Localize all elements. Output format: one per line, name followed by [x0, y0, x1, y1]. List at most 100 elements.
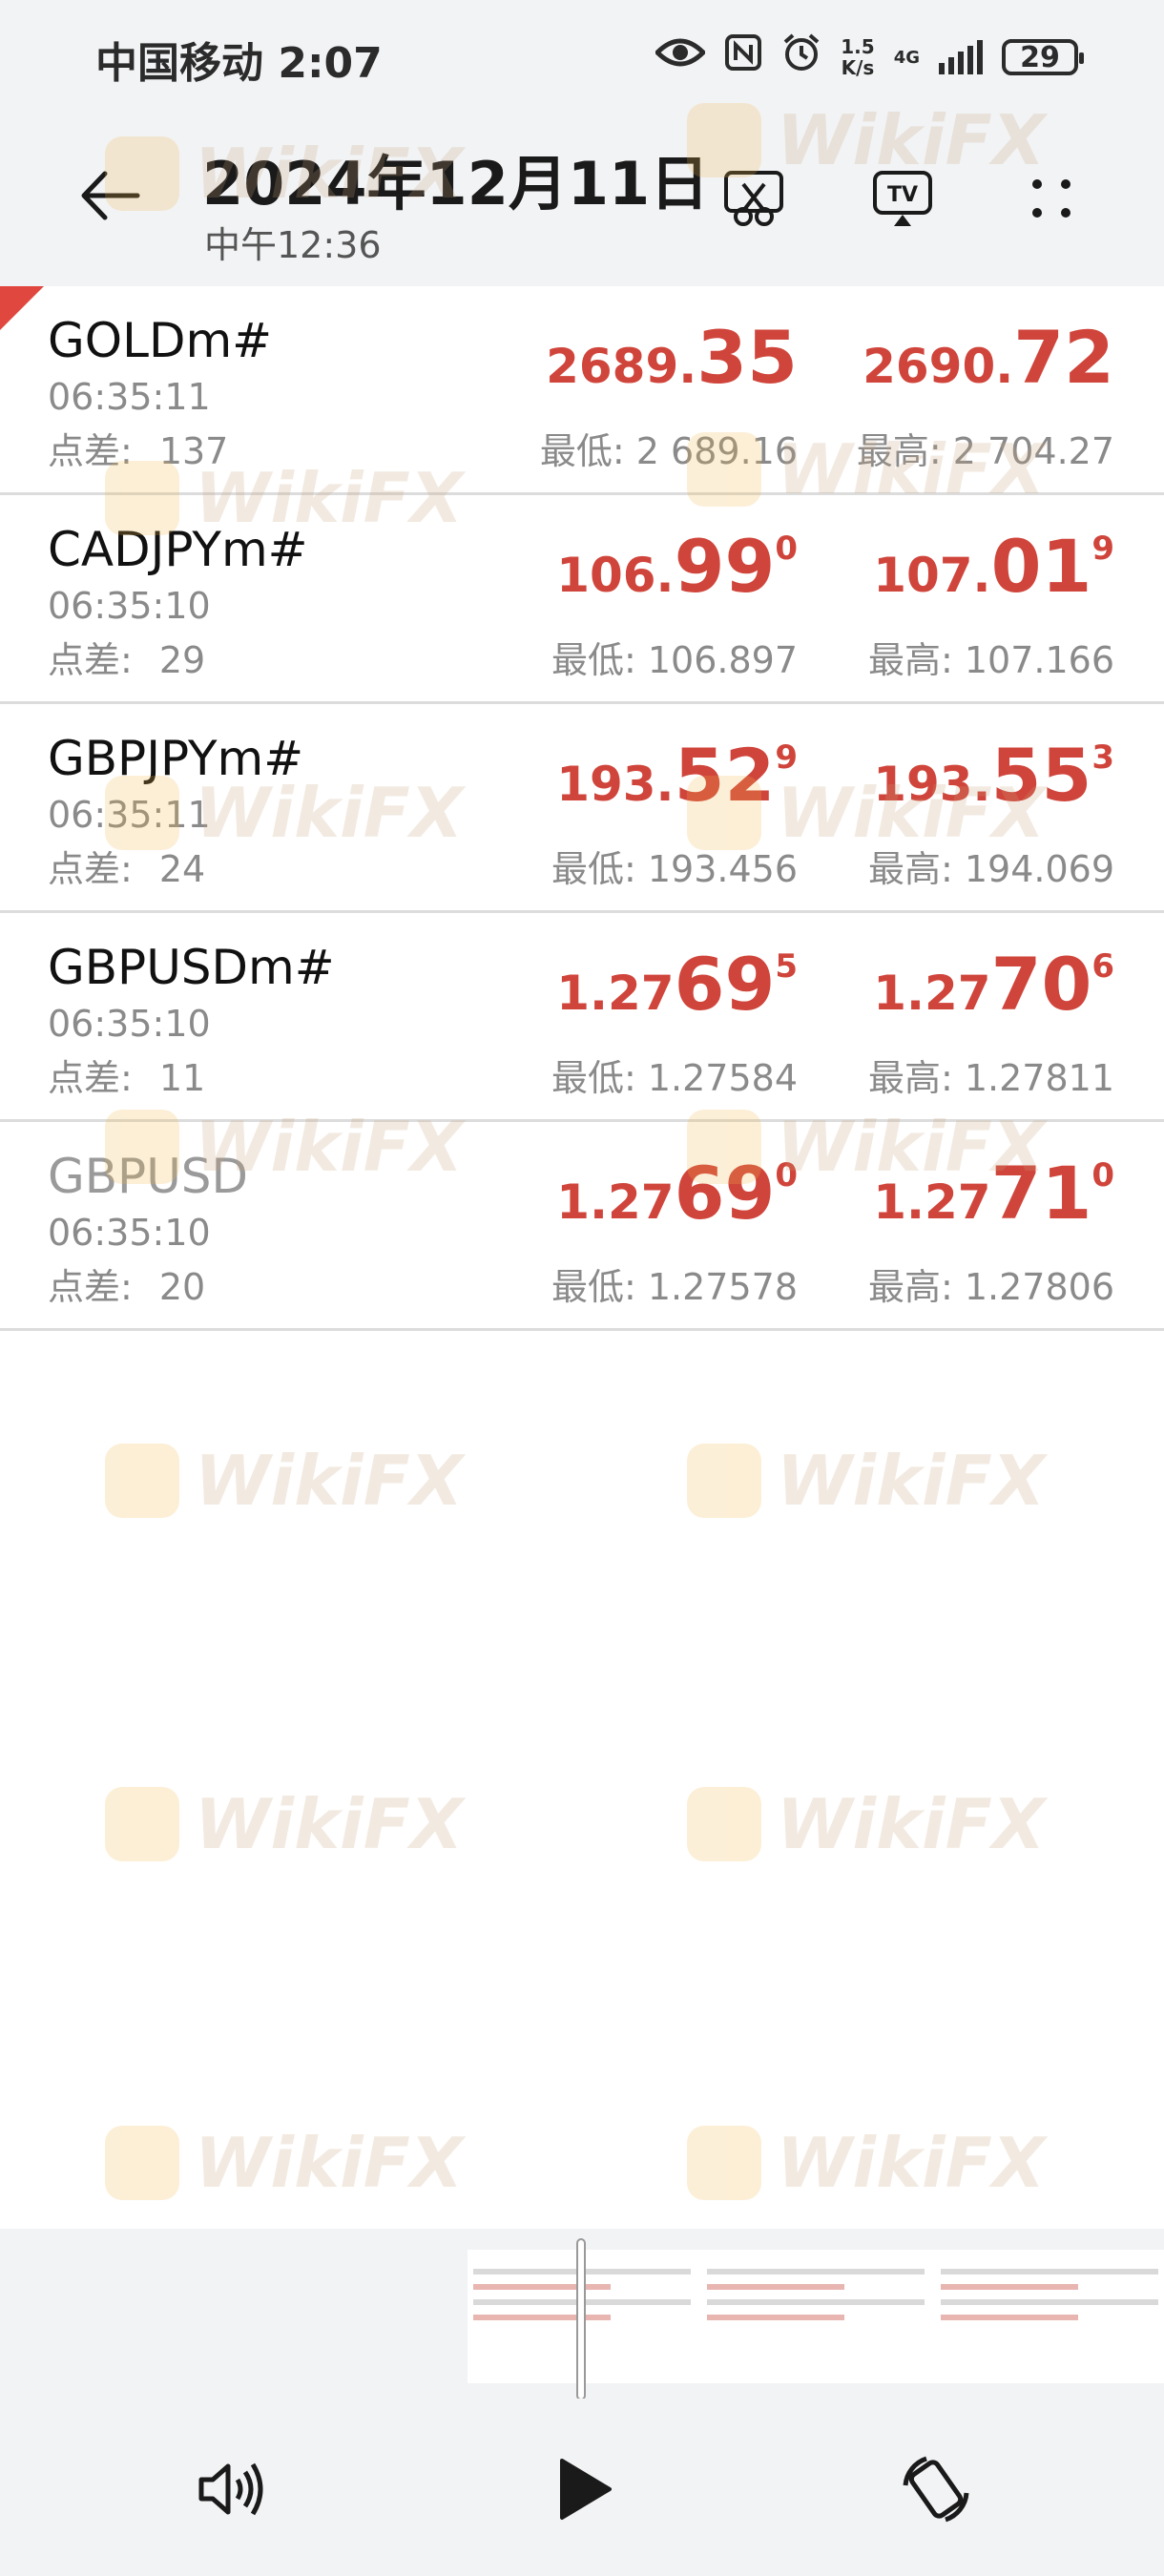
low-value: 2 689.16 — [635, 430, 798, 472]
photo-date: 2024年12月11日 — [202, 149, 710, 218]
quote-time: 06:35:10 — [48, 1003, 211, 1045]
photo-time: 中午12:36 — [204, 224, 382, 266]
edit-image-icon[interactable] — [717, 162, 790, 235]
watermark-logo-icon — [687, 1444, 761, 1518]
clock: 2:07 — [278, 39, 383, 88]
low-value: 106.897 — [647, 639, 798, 681]
low-label: 最低: — [551, 1266, 636, 1308]
bid-big: 99 — [674, 524, 776, 609]
spread: 点差: 20 — [48, 1257, 205, 1310]
high-price: 最高: 1.27811 — [868, 1049, 1114, 1101]
bid-prefix: 193. — [556, 757, 675, 812]
nfc-icon — [724, 33, 762, 81]
watermark-text: WikiFX — [195, 1441, 464, 1521]
ask-big: 01 — [990, 524, 1092, 609]
signal-icon — [939, 40, 983, 74]
alarm-icon — [781, 32, 821, 82]
spread-label: 点差: — [48, 639, 133, 681]
filmstrip-thumbnail — [701, 2259, 930, 2374]
quote-row[interactable]: GOLDm# 06:35:11 点差: 137 2689.35 2690.72 最… — [0, 286, 1164, 495]
bid-price: 193.529 — [556, 733, 798, 818]
status-bar: 中国移动 2:07 1.5 K/s 4G 29 — [0, 0, 1164, 114]
low-label: 最低: — [551, 848, 636, 890]
rotate-screen-icon[interactable] — [893, 2446, 979, 2532]
symbol: GBPJPYm# — [48, 731, 304, 786]
low-value: 193.456 — [647, 848, 798, 890]
ask-big: 71 — [990, 1151, 1092, 1236]
ask-price: 193.553 — [873, 733, 1114, 818]
high-price: 最高: 107.166 — [868, 631, 1114, 683]
volume-icon[interactable] — [187, 2446, 273, 2532]
watermark-logo-icon — [105, 2126, 179, 2200]
watermark: WikiFX — [105, 1441, 463, 1521]
cast-tv-icon[interactable]: TV — [866, 162, 939, 235]
watermark-text: WikiFX — [777, 1441, 1046, 1521]
filmstrip-thumbnail — [935, 2259, 1164, 2374]
quotes-list: GOLDm# 06:35:11 点差: 137 2689.35 2690.72 最… — [0, 286, 1164, 1331]
ask-price: 1.27710 — [873, 1151, 1114, 1236]
high-value: 194.069 — [964, 848, 1114, 890]
bid-prefix: 2689. — [546, 339, 697, 394]
back-arrow-icon[interactable] — [76, 162, 143, 229]
bid-sup: 9 — [775, 738, 798, 777]
more-icon[interactable] — [1015, 162, 1088, 235]
viewer-header: 2024年12月11日 中午12:36 TV — [0, 114, 1164, 286]
bid-prefix: 1.27 — [556, 1174, 675, 1230]
watermark-text: WikiFX — [777, 2123, 1046, 2203]
quote-time: 06:35:11 — [48, 794, 211, 836]
ask-sup: 6 — [1091, 947, 1114, 986]
spread: 点差: 29 — [48, 631, 205, 683]
low-label: 最低: — [551, 1057, 636, 1099]
ask-sup: 0 — [1091, 1156, 1114, 1195]
high-label: 最高: — [867, 848, 953, 890]
low-label: 最低: — [551, 639, 636, 681]
bid-big: 69 — [674, 1151, 776, 1236]
spread-label: 点差: — [48, 430, 133, 472]
ask-prefix: 2690. — [863, 339, 1014, 394]
bid-sup: 0 — [775, 1156, 798, 1195]
high-price: 最高: 1.27806 — [868, 1257, 1114, 1310]
spread-value: 11 — [158, 1057, 206, 1099]
ask-prefix: 1.27 — [873, 966, 991, 1021]
bid-price: 1.27690 — [556, 1151, 798, 1236]
high-value: 1.27806 — [964, 1266, 1114, 1308]
video-filmstrip[interactable] — [468, 2250, 1164, 2383]
symbol: GOLDm# — [48, 313, 273, 368]
quote-row[interactable]: GBPJPYm# 06:35:11 点差: 24 193.529 193.553 … — [0, 704, 1164, 913]
spread-label: 点差: — [48, 848, 133, 890]
low-price: 最低: 193.456 — [551, 840, 798, 892]
bid-sup: 0 — [775, 530, 798, 568]
spread: 点差: 11 — [48, 1049, 205, 1101]
watermark: WikiFX — [105, 1784, 463, 1864]
symbol: GBPUSDm# — [48, 940, 335, 995]
quote-row[interactable]: CADJPYm# 06:35:10 点差: 29 106.990 107.019 … — [0, 495, 1164, 704]
spread-label: 点差: — [48, 1266, 133, 1308]
high-label: 最高: — [867, 1057, 953, 1099]
spread-value: 29 — [158, 639, 206, 681]
selected-corner-marker — [0, 286, 44, 330]
low-value: 1.27584 — [647, 1057, 798, 1099]
speed-unit: K/s — [841, 56, 875, 79]
playhead-handle[interactable] — [576, 2238, 586, 2400]
bid-price: 1.27695 — [556, 942, 798, 1027]
ask-sup: 3 — [1091, 738, 1114, 777]
spread-value: 137 — [158, 430, 229, 472]
ask-big: 55 — [990, 733, 1092, 818]
ask-big: 72 — [1013, 315, 1114, 400]
high-price: 最高: 2 704.27 — [857, 422, 1114, 474]
quote-row[interactable]: GBPUSDm# 06:35:10 点差: 11 1.27695 1.27706 … — [0, 913, 1164, 1122]
quote-row[interactable]: GBPUSD 06:35:10 点差: 20 1.27690 1.27710 最低… — [0, 1122, 1164, 1331]
spread: 点差: 24 — [48, 840, 205, 892]
watermark-text: WikiFX — [195, 2123, 464, 2203]
bid-prefix: 1.27 — [556, 966, 675, 1021]
low-price: 最低: 2 689.16 — [540, 422, 798, 474]
watermark: WikiFX — [687, 2123, 1045, 2203]
symbol: CADJPYm# — [48, 522, 308, 577]
speed-value: 1.5 — [841, 35, 875, 58]
ask-price: 1.27706 — [873, 942, 1114, 1027]
ask-price: 107.019 — [873, 524, 1114, 609]
battery-icon: 29 — [1002, 39, 1084, 75]
play-icon[interactable] — [540, 2446, 626, 2532]
watermark-logo-icon — [687, 1787, 761, 1861]
bid-big: 69 — [674, 942, 776, 1027]
